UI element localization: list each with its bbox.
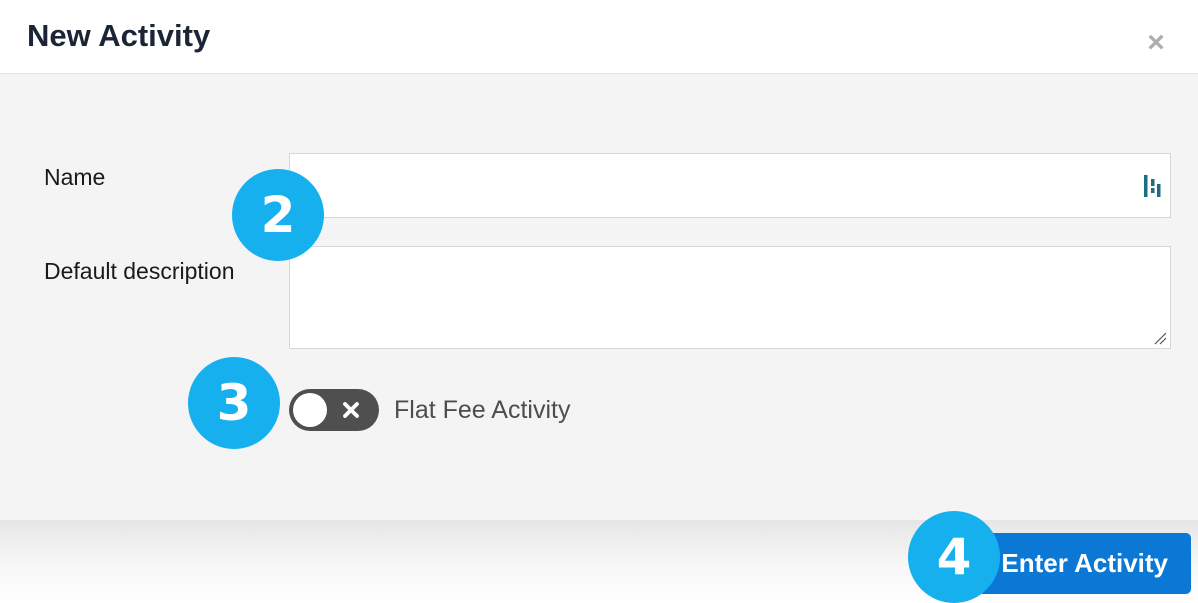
new-activity-dialog: New Activity × Name Default description bbox=[0, 0, 1198, 603]
dialog-body: Name Default description Flat Fee Activi… bbox=[0, 74, 1198, 520]
description-textarea[interactable] bbox=[289, 246, 1171, 349]
flat-fee-label: Flat Fee Activity bbox=[394, 396, 571, 424]
step-marker-4: 4 bbox=[908, 511, 1000, 603]
description-label: Default description bbox=[44, 258, 235, 284]
name-label: Name bbox=[44, 164, 106, 190]
dialog-title: New Activity bbox=[27, 18, 211, 53]
step-marker-3: 3 bbox=[188, 357, 280, 449]
enter-activity-button[interactable]: Enter Activity bbox=[978, 533, 1191, 594]
name-input[interactable] bbox=[289, 153, 1171, 218]
step-marker-2: 2 bbox=[232, 169, 324, 261]
dialog-header: New Activity × bbox=[0, 0, 1198, 74]
close-icon[interactable]: × bbox=[1141, 28, 1171, 58]
flat-fee-toggle[interactable] bbox=[289, 389, 379, 431]
toggle-knob bbox=[293, 393, 327, 427]
password-manager-icon[interactable] bbox=[1142, 173, 1162, 199]
resize-handle-icon[interactable] bbox=[1153, 331, 1167, 345]
close-x-icon bbox=[343, 402, 359, 418]
